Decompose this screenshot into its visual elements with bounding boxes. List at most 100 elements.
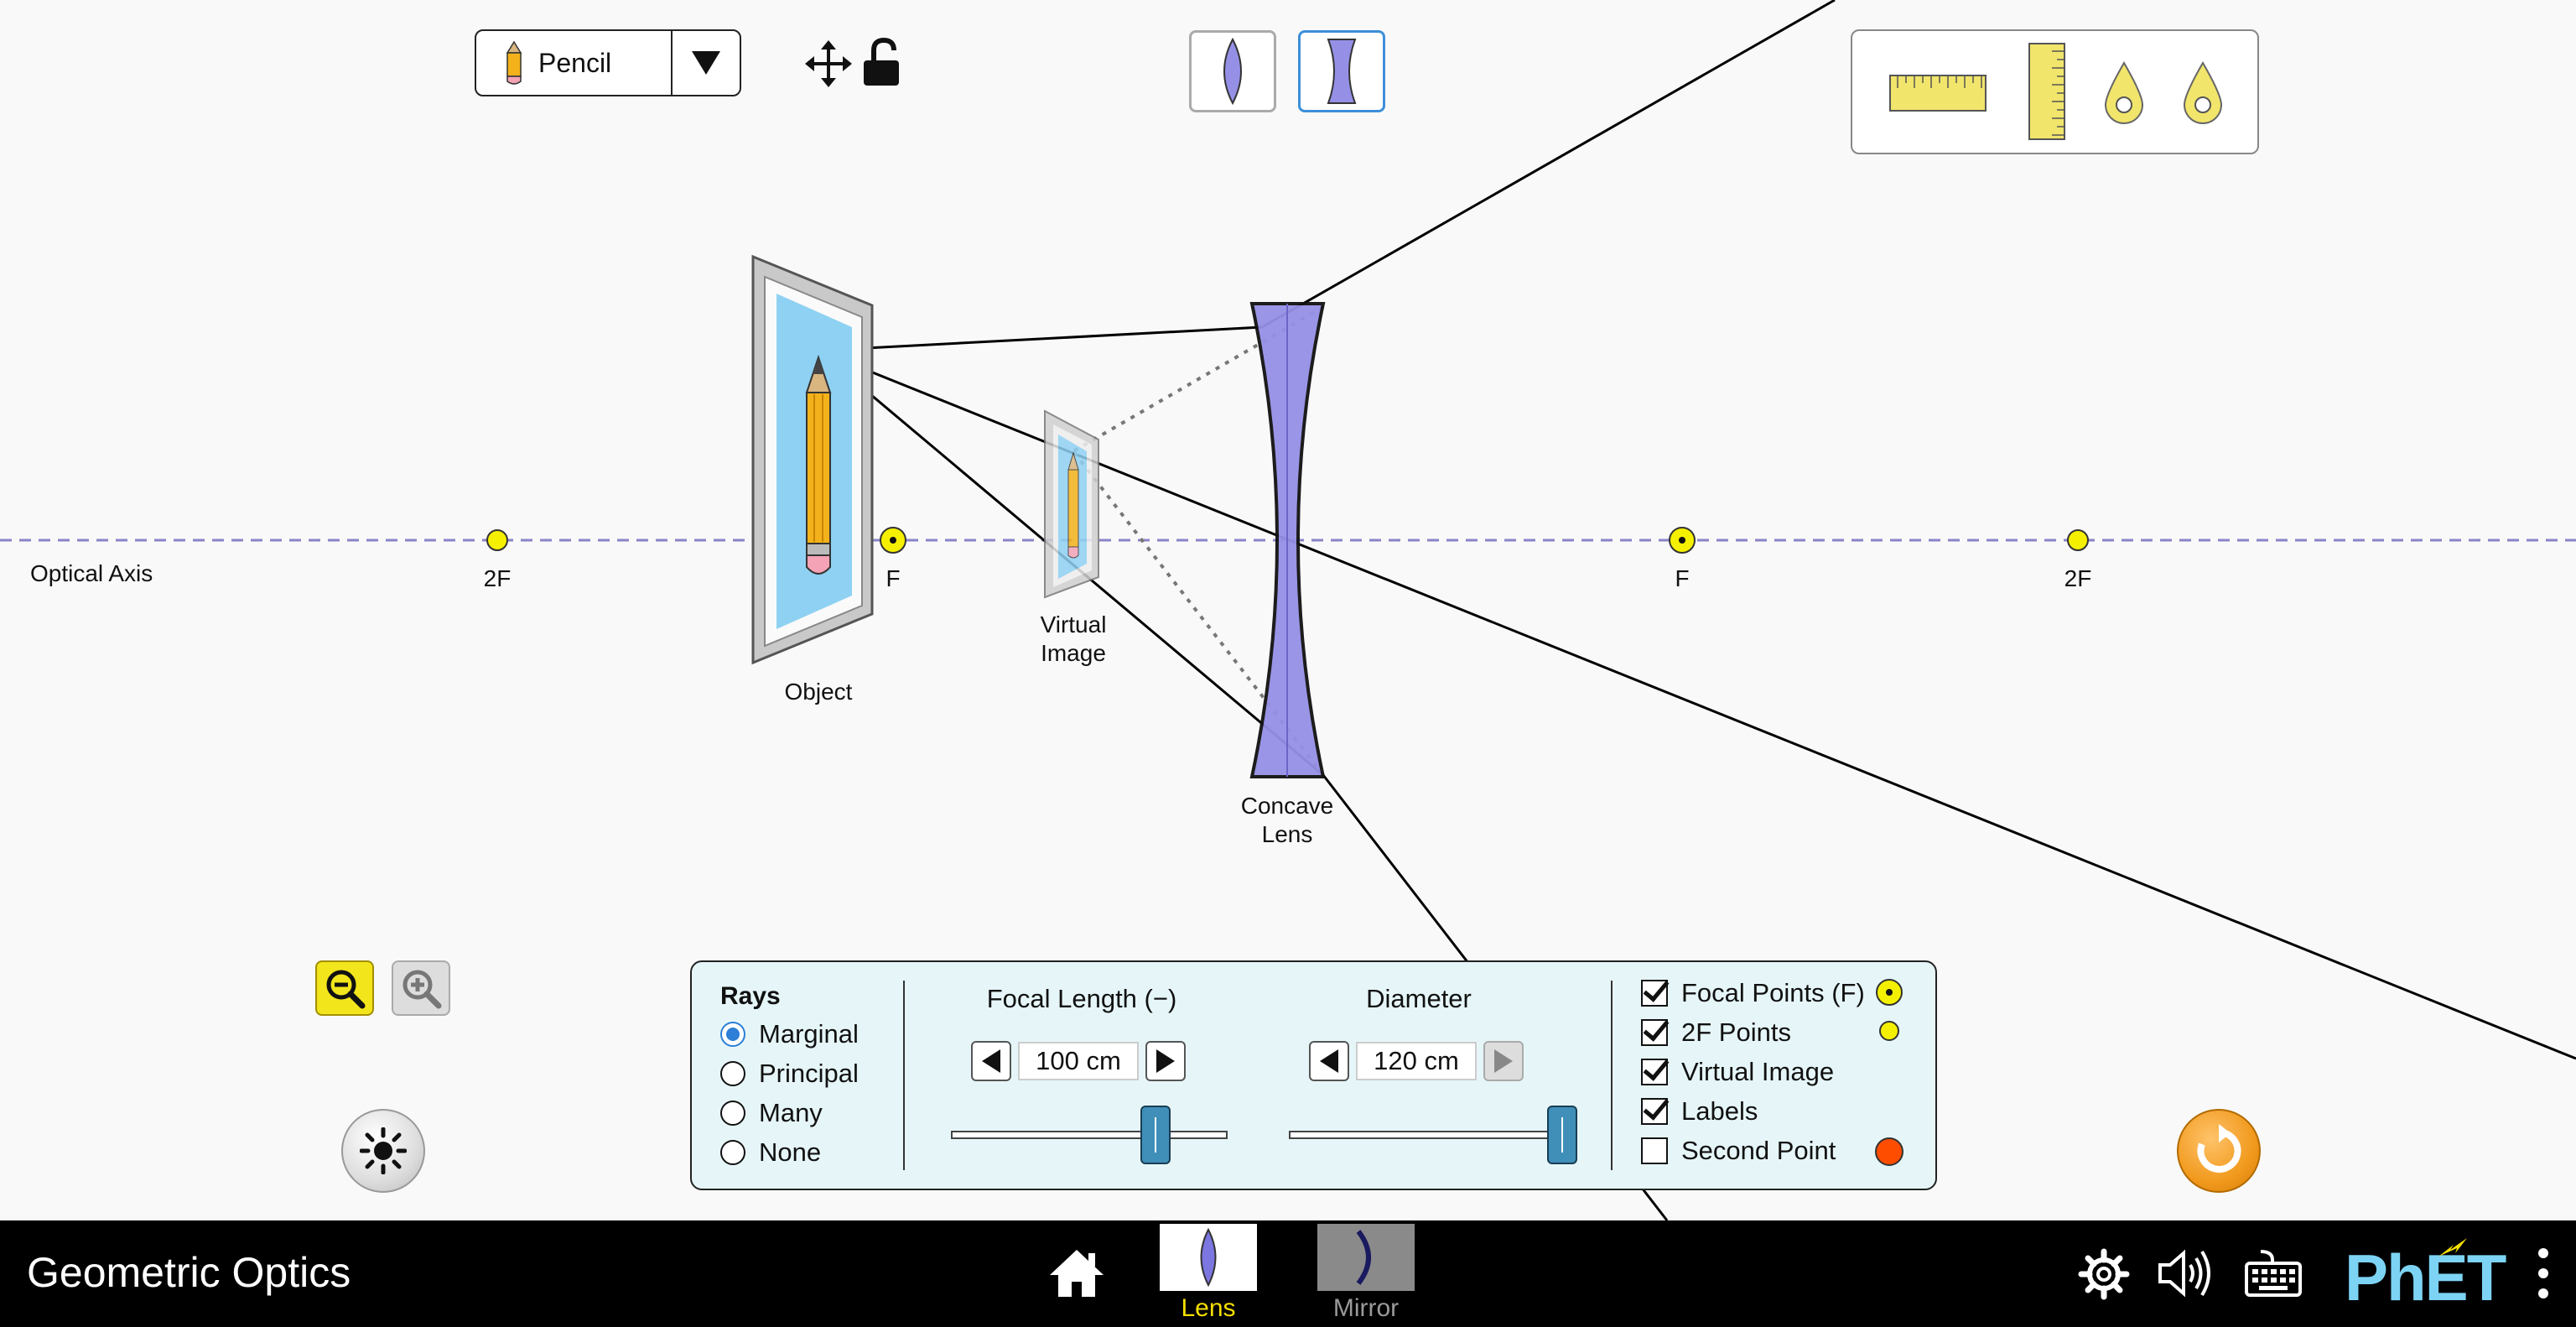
virtual-image-label-line2: Image xyxy=(1041,640,1106,666)
2f-point-legend-icon xyxy=(1879,1021,1899,1041)
virtual-image xyxy=(1044,409,1099,599)
reset-all-button[interactable] xyxy=(2177,1109,2261,1193)
check-second-point[interactable]: Second Point xyxy=(1641,1136,1836,1166)
object-selector-dropdown-button[interactable] xyxy=(671,31,740,95)
focal-point-f-left[interactable] xyxy=(880,527,906,554)
checkbox-2f-points[interactable] xyxy=(1641,1019,1668,1046)
label-f-left: F xyxy=(886,565,901,591)
checkbox-focal-points[interactable] xyxy=(1641,980,1668,1007)
checkbox-labels[interactable] xyxy=(1641,1098,1668,1125)
focal-point-2f-right[interactable] xyxy=(2067,529,2089,551)
phet-logo-text: PhET xyxy=(2345,1241,2506,1314)
diameter-increment-button[interactable] xyxy=(1483,1041,1524,1081)
move-arrows-icon[interactable] xyxy=(805,40,852,87)
checkbox-virtual-image[interactable] xyxy=(1641,1059,1668,1085)
virtual-image-label-line1: Virtual xyxy=(1040,611,1107,637)
more-options-icon[interactable] xyxy=(2536,1245,2551,1304)
optical-axis-label: Optical Axis xyxy=(30,560,153,586)
convex-lens-button[interactable] xyxy=(1189,30,1276,112)
label-f-right: F xyxy=(1675,565,1690,591)
diameter-slider-track[interactable] xyxy=(1289,1131,1571,1139)
panel-separator-right xyxy=(1611,981,1613,1170)
focal-length-slider-track[interactable] xyxy=(951,1131,1228,1139)
screen-lens-button[interactable]: Lens xyxy=(1160,1224,1257,1323)
light-spot-probe-icon[interactable] xyxy=(2104,61,2144,125)
light-brightness-icon xyxy=(360,1127,407,1174)
focal-point-legend-icon xyxy=(1876,979,1903,1006)
panel-separator-left xyxy=(903,981,905,1170)
mirror-screen-icon xyxy=(1317,1224,1415,1291)
zoom-in-button[interactable] xyxy=(392,960,450,1016)
virtual-image-label: Virtual Image xyxy=(1023,611,1124,668)
focal-point-f-right[interactable] xyxy=(1669,527,1696,554)
check-2f-points[interactable]: 2F Points xyxy=(1641,1017,1791,1048)
lens-screen-icon xyxy=(1160,1224,1257,1291)
radio-principal[interactable] xyxy=(720,1061,745,1086)
lens-label: Concave Lens xyxy=(1224,792,1350,849)
rays-option-none[interactable]: None xyxy=(720,1137,821,1168)
diameter-spinner: 120 cm xyxy=(1309,1041,1524,1081)
diameter-title: Diameter xyxy=(1366,984,1472,1013)
sound-icon[interactable] xyxy=(2157,1246,2215,1300)
check-virtual-image[interactable]: Virtual Image xyxy=(1641,1057,1834,1087)
triangle-left-icon xyxy=(982,1049,1000,1073)
triangle-right-icon xyxy=(1494,1049,1513,1073)
zoom-in-icon xyxy=(402,970,442,1009)
radio-marginal[interactable] xyxy=(720,1022,745,1047)
light-brightness-button[interactable] xyxy=(341,1109,425,1193)
object-frame[interactable] xyxy=(751,254,874,665)
check-label: 2F Points xyxy=(1681,1017,1791,1047)
rays-option-label: Principal xyxy=(759,1059,859,1088)
screen-lens-label: Lens xyxy=(1181,1294,1236,1322)
lens-label-line1: Concave xyxy=(1240,793,1334,819)
rays-option-principal[interactable]: Principal xyxy=(720,1059,859,1089)
object-selector-label: Pencil xyxy=(538,47,612,78)
label-2f-right: 2F xyxy=(2064,565,2092,591)
object-selector[interactable]: Pencil xyxy=(475,29,741,96)
check-focal-points[interactable]: Focal Points (F) xyxy=(1641,978,1865,1008)
rays-title: Rays xyxy=(720,982,781,1010)
home-icon[interactable] xyxy=(1048,1248,1105,1298)
rays-option-label: Marginal xyxy=(759,1019,859,1049)
focal-length-title: Focal Length (−) xyxy=(986,984,1177,1013)
phet-logo[interactable]: PhET xyxy=(2345,1238,2517,1314)
horizontal-ruler-icon[interactable] xyxy=(1889,75,1987,112)
focal-length-increment-button[interactable] xyxy=(1145,1041,1186,1081)
settings-gear-icon[interactable] xyxy=(2078,1248,2130,1300)
rays-option-marginal[interactable]: Marginal xyxy=(720,1019,859,1049)
triangle-down-icon xyxy=(692,51,720,75)
focal-point-2f-left[interactable] xyxy=(486,529,508,551)
concave-lens-button[interactable] xyxy=(1298,30,1385,112)
object-selector-current[interactable]: Pencil xyxy=(476,31,671,95)
concave-lens-icon xyxy=(1327,39,1357,104)
screen-mirror-label: Mirror xyxy=(1332,1294,1400,1322)
radio-none[interactable] xyxy=(720,1140,745,1165)
screen-mirror-button[interactable]: Mirror xyxy=(1317,1224,1415,1323)
check-label: Virtual Image xyxy=(1681,1057,1835,1086)
diameter-value: 120 cm xyxy=(1356,1042,1477,1080)
check-labels[interactable]: Labels xyxy=(1641,1096,1758,1127)
rays-option-label: None xyxy=(759,1137,822,1167)
focal-length-decrement-button[interactable] xyxy=(971,1041,1011,1081)
rays-option-many[interactable]: Many xyxy=(720,1098,823,1128)
lens-label-line2: Lens xyxy=(1261,821,1313,847)
zoom-out-button[interactable] xyxy=(315,960,374,1016)
reset-icon xyxy=(2197,1124,2241,1173)
checkbox-second-point[interactable] xyxy=(1641,1137,1668,1164)
second-point-legend-icon xyxy=(1875,1137,1903,1166)
focal-length-slider-thumb[interactable] xyxy=(1140,1106,1171,1164)
radio-many[interactable] xyxy=(720,1101,745,1126)
label-2f-left: 2F xyxy=(483,565,512,591)
toolbox xyxy=(1851,29,2259,154)
keyboard-icon[interactable] xyxy=(2244,1248,2303,1298)
ray-top-incident xyxy=(818,325,1263,352)
convex-lens-icon xyxy=(1223,38,1242,105)
focal-length-spinner: 100 cm xyxy=(971,1041,1186,1081)
position-marker-icon[interactable] xyxy=(2183,61,2223,125)
diameter-slider-thumb[interactable] xyxy=(1547,1106,1577,1164)
diameter-decrement-button[interactable] xyxy=(1309,1041,1349,1081)
triangle-right-icon xyxy=(1156,1049,1175,1073)
rays-option-label: Many xyxy=(759,1098,823,1127)
unlocked-padlock-icon[interactable] xyxy=(859,37,906,89)
vertical-ruler-icon[interactable] xyxy=(2028,43,2065,140)
